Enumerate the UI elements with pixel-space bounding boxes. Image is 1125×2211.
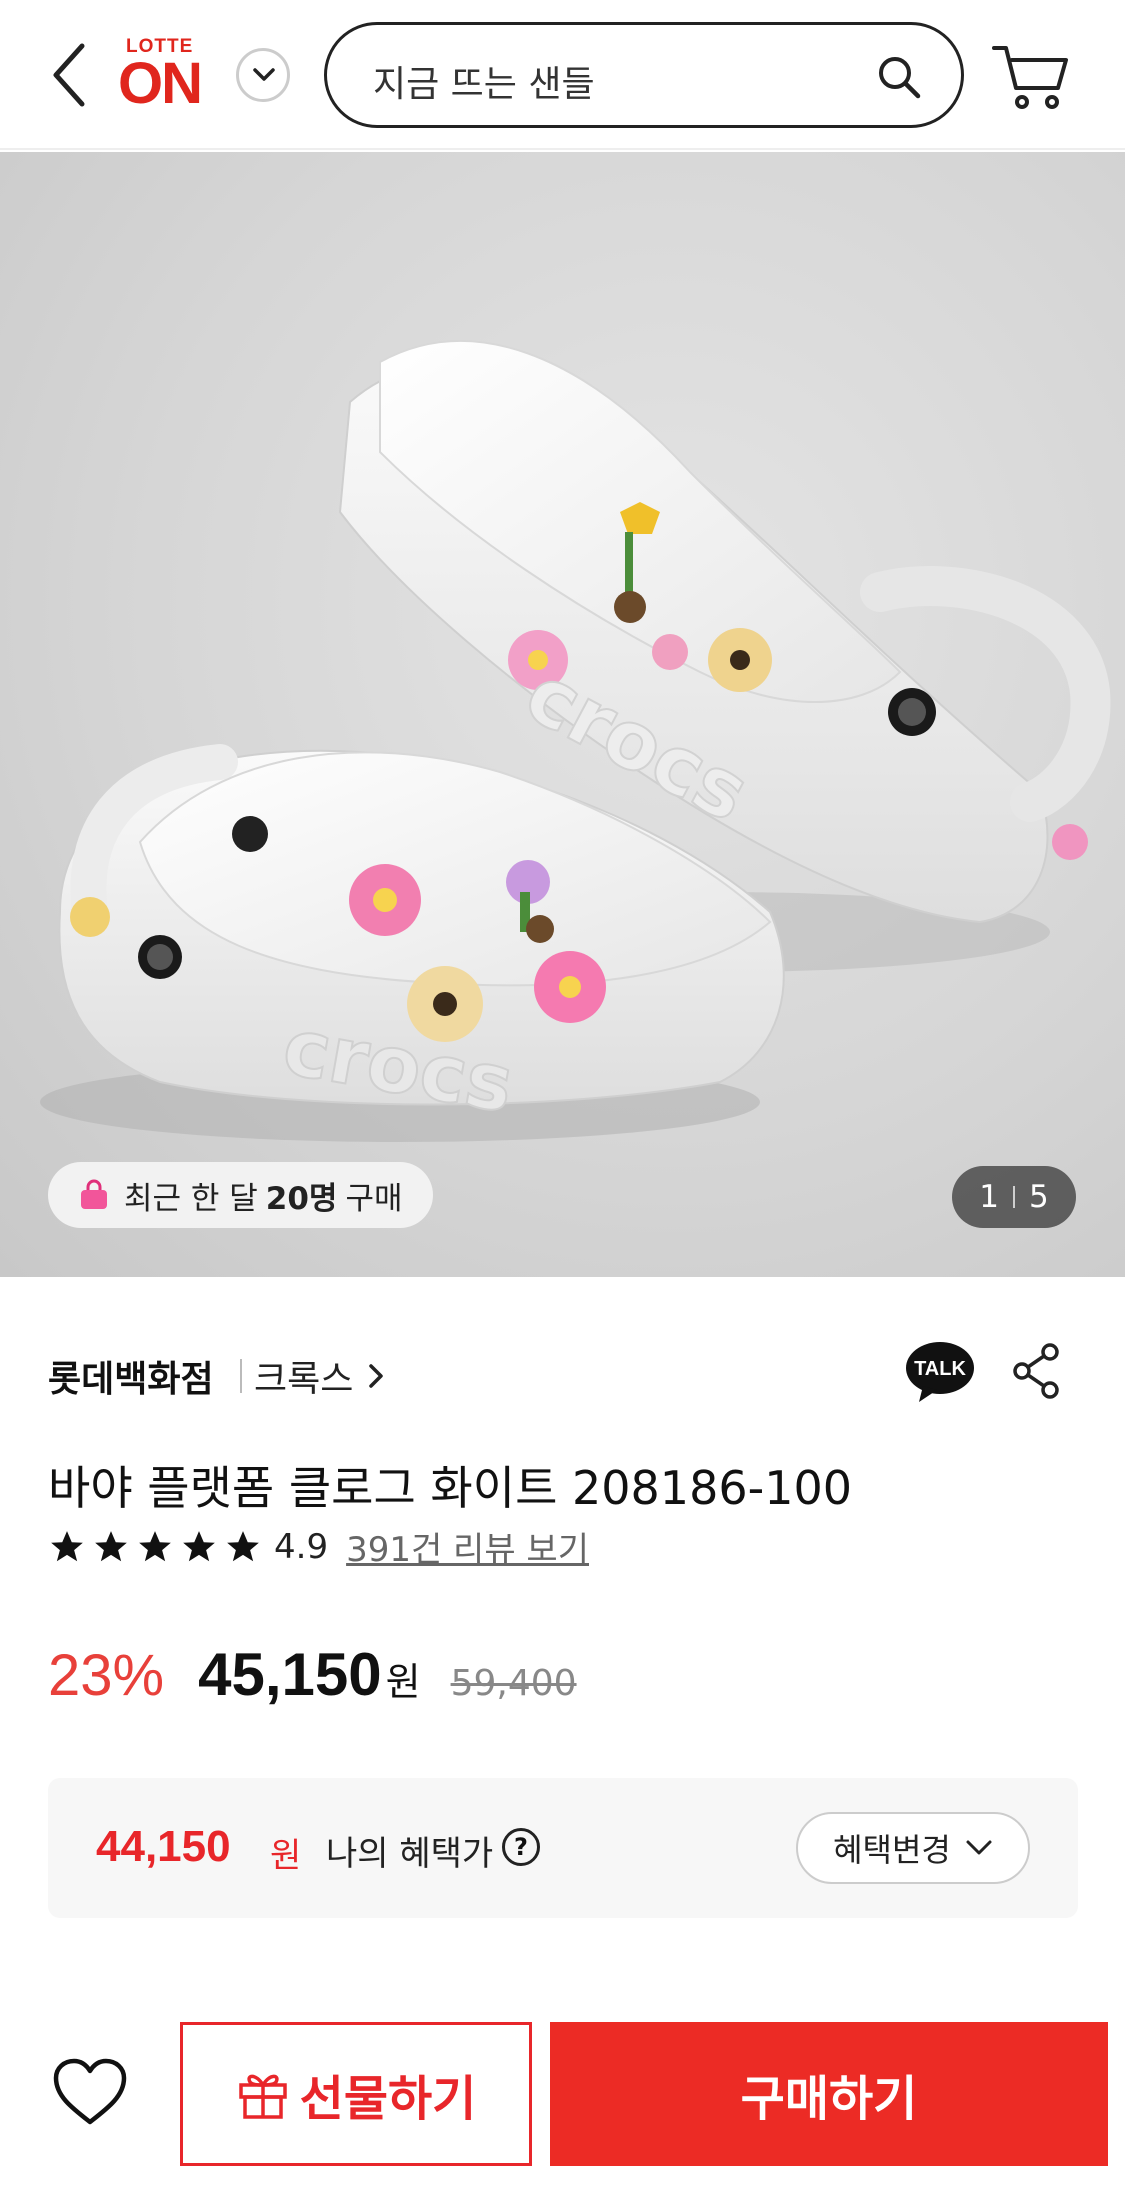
share-button[interactable] (1012, 1342, 1060, 1400)
benefit-price: 44,150 (96, 1822, 231, 1871)
review-link[interactable]: 391건 리뷰 보기 (346, 1522, 589, 1571)
rating-stars (48, 1528, 262, 1566)
brand-link[interactable]: 크록스 (240, 1350, 389, 1402)
rating-value: 4.9 (274, 1526, 329, 1567)
buy-button[interactable]: 구매하기 (550, 2022, 1108, 2166)
price-row: 23% 45,150 원 59,400 (48, 1640, 577, 1709)
back-icon (53, 43, 85, 107)
buyers-suffix: 구매 (345, 1180, 403, 1217)
change-benefit-button[interactable]: 혜택변경 (796, 1812, 1030, 1884)
kakao-talk-button[interactable]: TALK (905, 1340, 975, 1404)
pager-divider (1013, 1186, 1015, 1208)
shopping-bag-icon (81, 1179, 107, 1209)
chevron-down-icon (966, 1840, 992, 1855)
wishlist-button[interactable] (52, 2058, 128, 2128)
header: LOTTE ON 지금 뜨는 샌들 (0, 0, 1125, 150)
search-icon[interactable] (875, 53, 923, 101)
gift-label: 선물하기 (299, 2071, 477, 2127)
chevron-down-icon (253, 68, 275, 81)
logo-on-text: ON (118, 51, 203, 116)
buy-label: 구매하기 (740, 2071, 918, 2127)
help-icon[interactable]: ? (502, 1828, 540, 1866)
pager-total: 5 (1029, 1179, 1049, 1215)
benefit-price-box: 44,150 원 나의 혜택가 ? 혜택변경 (48, 1778, 1078, 1918)
share-icon (1013, 1343, 1059, 1399)
cart-button[interactable] (992, 40, 1070, 112)
divider (240, 1359, 242, 1393)
gift-icon (238, 2074, 287, 2119)
lotte-on-logo[interactable]: LOTTE ON (118, 36, 218, 116)
pager-current: 1 (979, 1179, 999, 1215)
star-icon (95, 1530, 127, 1561)
heart-icon (53, 2058, 127, 2125)
star-icon (139, 1530, 171, 1561)
gift-button[interactable]: 선물하기 (180, 2022, 532, 2166)
discount-rate: 23% (48, 1643, 165, 1708)
image-pager: 1 5 (952, 1166, 1076, 1228)
buyers-count: 20명 (265, 1180, 338, 1217)
cart-icon (992, 46, 1068, 109)
star-icon (183, 1530, 215, 1561)
buyers-prefix: 최근 한 달 (124, 1180, 258, 1217)
star-icon (227, 1530, 259, 1561)
sale-price: 45,150 (198, 1641, 382, 1708)
original-price: 59,400 (450, 1663, 577, 1704)
mall-select-button[interactable] (236, 48, 290, 102)
brand-name: 크록스 (254, 1359, 354, 1400)
store-name[interactable]: 롯데백화점 (48, 1350, 214, 1402)
product-rating: 4.9 391건 리뷰 보기 (48, 1522, 589, 1571)
back-button[interactable] (46, 40, 96, 110)
recent-buyers-badge: 최근 한 달 20명 구매 (48, 1162, 433, 1228)
benefit-currency: 원 (270, 1836, 302, 1876)
benefit-label: 나의 혜택가 (326, 1834, 494, 1874)
search-input[interactable]: 지금 뜨는 샌들 (324, 22, 964, 128)
kakao-talk-icon: TALK (906, 1342, 974, 1402)
product-image-gallery[interactable]: crocs crocs 최근 한 달 20명 구매 1 5 (0, 152, 1125, 1277)
star-icon (51, 1530, 83, 1561)
change-benefit-label: 혜택변경 (833, 1831, 951, 1869)
chevron-right-icon (369, 1364, 384, 1388)
product-title: 바야 플랫폼 클로그 화이트 208186-100 (48, 1461, 853, 1515)
talk-label: TALK (914, 1358, 966, 1380)
price-currency: 원 (385, 1660, 421, 1704)
search-placeholder: 지금 뜨는 샌들 (373, 64, 595, 105)
product-image: crocs crocs (40, 340, 1111, 1142)
